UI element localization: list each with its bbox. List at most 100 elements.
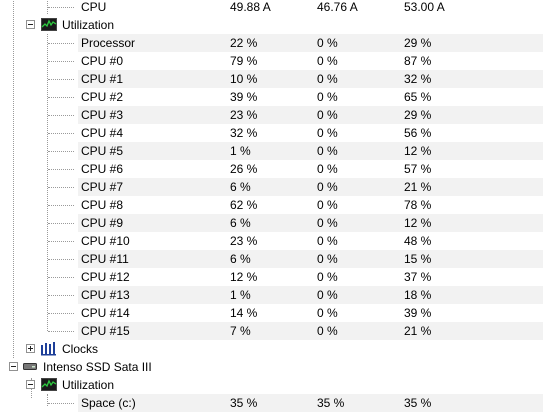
sensor-value: 62 %: [230, 198, 258, 212]
group-label: Utilization: [62, 378, 115, 392]
sensor-max: 12 %: [404, 216, 432, 230]
sensor-value: 6 %: [230, 216, 251, 230]
sensor-name: Processor: [81, 36, 136, 50]
sensor-value: 1 %: [230, 144, 251, 158]
sensor-max: 87 %: [404, 54, 432, 68]
collapse-icon[interactable]: [26, 20, 35, 29]
sensor-row-space[interactable]: Space (c:) 35 % 35 % 35 %: [0, 394, 543, 412]
sensor-min: 0 %: [317, 54, 338, 68]
sensor-min: 0 %: [317, 324, 338, 338]
hardware-node-ssd[interactable]: Intenso SSD Sata III: [0, 358, 543, 376]
sensor-min: 0 %: [317, 90, 338, 104]
sensor-max: 21 %: [404, 180, 432, 194]
sensor-min: 0 %: [317, 36, 338, 50]
sensor-max: 53.00 A: [404, 0, 445, 14]
sensor-max: 15 %: [404, 252, 432, 266]
sensor-row[interactable]: CPU #11 6 % 0 % 15 %: [0, 250, 543, 268]
sensor-row[interactable]: CPU #5 1 % 0 % 12 %: [0, 142, 543, 160]
sensor-min: 0 %: [317, 126, 338, 140]
sensor-value: 79 %: [230, 54, 258, 68]
sensor-row[interactable]: CPU #7 6 % 0 % 21 %: [0, 178, 543, 196]
sensor-value: 23 %: [230, 234, 258, 248]
sensor-name: CPU #4: [81, 126, 124, 140]
group-utilization[interactable]: Utilization: [0, 16, 543, 34]
group-ssd-utilization[interactable]: Utilization: [0, 376, 543, 394]
sensor-name: CPU: [81, 0, 107, 14]
sensor-row[interactable]: CPU #12 12 % 0 % 37 %: [0, 268, 543, 286]
sensor-name: CPU #10: [81, 234, 130, 248]
sensor-name: CPU #11: [81, 252, 129, 266]
sensor-row[interactable]: CPU #2 39 % 0 % 65 %: [0, 88, 543, 106]
sensor-min: 0 %: [317, 288, 338, 302]
sensor-min: 0 %: [317, 252, 338, 266]
sensor-min: 0 %: [317, 234, 338, 248]
sensor-name: CPU #0: [81, 54, 124, 68]
sensor-max: 29 %: [404, 108, 432, 122]
sensor-row[interactable]: CPU #10 23 % 0 % 48 %: [0, 232, 543, 250]
collapse-icon[interactable]: [26, 380, 35, 389]
collapse-icon[interactable]: [9, 362, 18, 371]
sensor-min: 0 %: [317, 306, 338, 320]
group-label: Utilization: [62, 18, 115, 32]
sensor-value: 23 %: [230, 108, 258, 122]
sensor-max: 48 %: [404, 234, 432, 248]
sensor-value: 49.88 A: [230, 0, 271, 14]
clocks-bars-icon: [41, 342, 56, 356]
sensor-value: 7 %: [230, 324, 251, 338]
sensor-name: CPU #1: [81, 72, 124, 86]
sensor-min: 0 %: [317, 72, 338, 86]
sensor-row[interactable]: CPU #9 6 % 0 % 12 %: [0, 214, 543, 232]
hardware-label: Intenso SSD Sata III: [43, 360, 152, 374]
sensor-name: CPU #9: [81, 216, 124, 230]
sensor-row[interactable]: Processor 22 % 0 % 29 %: [0, 34, 543, 52]
sensor-value: 35 %: [230, 396, 258, 410]
sensor-max: 57 %: [404, 162, 432, 176]
sensor-row[interactable]: CPU #0 79 % 0 % 87 %: [0, 52, 543, 70]
sensor-min: 0 %: [317, 216, 338, 230]
sensor-name: CPU #6: [81, 162, 124, 176]
sensor-max: 37 %: [404, 270, 432, 284]
sensor-min: 0 %: [317, 108, 338, 122]
sensor-max: 32 %: [404, 72, 432, 86]
sensor-row[interactable]: CPU #15 7 % 0 % 21 %: [0, 322, 543, 340]
sensor-name: CPU #14: [81, 306, 130, 320]
sensor-max: 78 %: [404, 198, 432, 212]
sensor-row[interactable]: CPU #1 10 % 0 % 32 %: [0, 70, 543, 88]
sensor-max: 56 %: [404, 126, 432, 140]
sensor-name: CPU #13: [81, 288, 130, 302]
sensor-name: CPU #15: [81, 324, 130, 338]
sensor-name: CPU #7: [81, 180, 124, 194]
sensor-max: 18 %: [404, 288, 432, 302]
sensor-value: 14 %: [230, 306, 258, 320]
expand-icon[interactable]: [26, 344, 35, 353]
utilization-graph-icon: [41, 378, 57, 391]
sensor-name: CPU #2: [81, 90, 124, 104]
sensor-name: CPU #3: [81, 108, 124, 122]
sensor-min: 0 %: [317, 180, 338, 194]
sensor-value: 22 %: [230, 36, 258, 50]
sensor-row[interactable]: CPU #6 26 % 0 % 57 %: [0, 160, 543, 178]
sensor-max: 65 %: [404, 90, 432, 104]
sensor-min: 0 %: [317, 144, 338, 158]
sensor-max: 39 %: [404, 306, 432, 320]
sensor-max: 12 %: [404, 144, 432, 158]
sensor-min: 0 %: [317, 198, 338, 212]
sensor-min: 0 %: [317, 270, 338, 284]
sensor-name: CPU #8: [81, 198, 124, 212]
sensor-value: 12 %: [230, 270, 258, 284]
sensor-value: 6 %: [230, 180, 251, 194]
sensor-row[interactable]: CPU #8 62 % 0 % 78 %: [0, 196, 543, 214]
sensor-min: 46.76 A: [317, 0, 358, 14]
sensor-row[interactable]: CPU #14 14 % 0 % 39 %: [0, 304, 543, 322]
sensor-name: Space (c:): [81, 396, 136, 410]
sensor-row[interactable]: CPU #3 23 % 0 % 29 %: [0, 106, 543, 124]
sensor-row[interactable]: CPU #4 32 % 0 % 56 %: [0, 124, 543, 142]
sensor-value: 26 %: [230, 162, 258, 176]
sensor-value: 32 %: [230, 126, 258, 140]
utilization-graph-icon: [41, 18, 57, 31]
hard-drive-icon: [23, 363, 37, 370]
sensor-row[interactable]: CPU #13 1 % 0 % 18 %: [0, 286, 543, 304]
group-clocks[interactable]: Clocks: [0, 340, 543, 358]
sensor-row-cpu-current[interactable]: CPU 49.88 A 46.76 A 53.00 A: [0, 0, 543, 16]
sensor-min: 0 %: [317, 162, 338, 176]
